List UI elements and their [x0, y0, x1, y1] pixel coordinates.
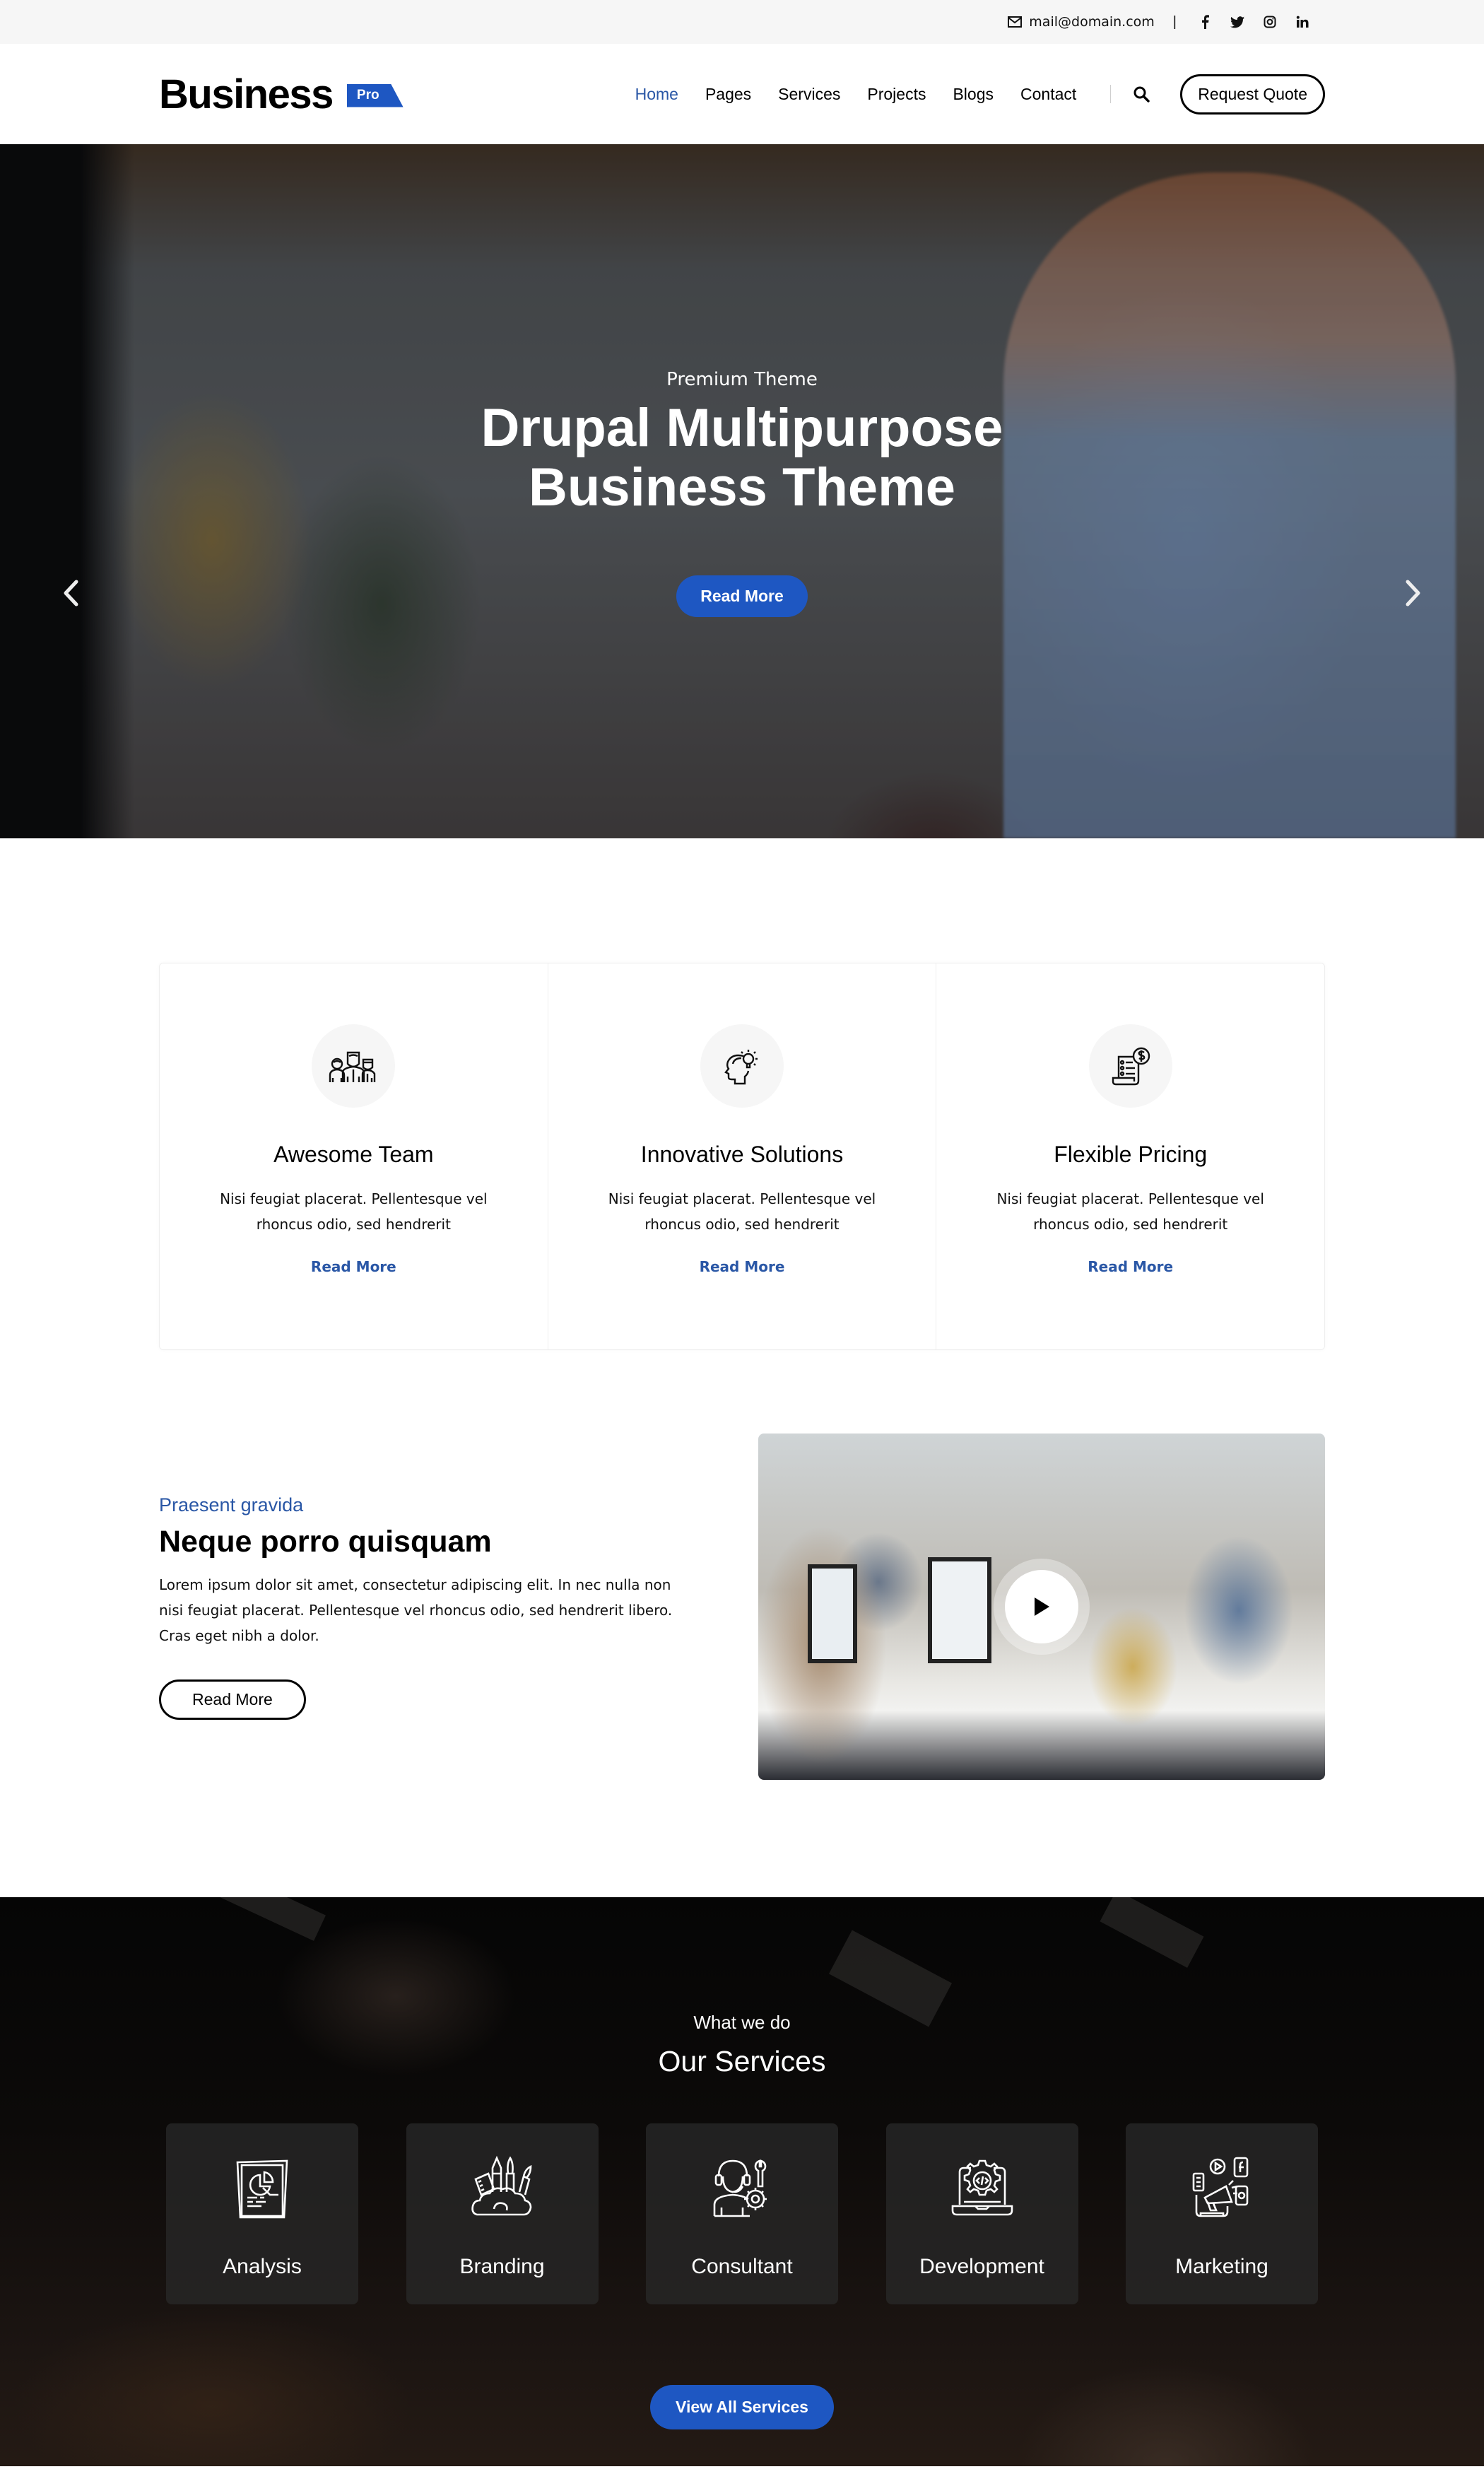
feature-card: Awesome Team Nisi feugiat placerat. Pell… [160, 963, 548, 1349]
slider-prev-button[interactable] [55, 572, 86, 614]
features-section: Awesome Team Nisi feugiat placerat. Pell… [0, 838, 1484, 1350]
about-section: Praesent gravida Neque porro quisquam Lo… [0, 1350, 1484, 1897]
service-card-marketing[interactable]: Marketing [1126, 2123, 1318, 2304]
request-quote-button[interactable]: Request Quote [1180, 74, 1325, 115]
features-grid: Awesome Team Nisi feugiat placerat. Pell… [159, 963, 1325, 1350]
feature-card: Innovative Solutions Nisi feugiat placer… [548, 963, 937, 1349]
hero-slider: Premium Theme Drupal Multipurpose Busine… [0, 144, 1484, 838]
feature-icon-circle [312, 1024, 396, 1108]
contact-email[interactable]: mail@domain.com [1008, 14, 1155, 30]
social-links [1198, 15, 1309, 29]
view-all-services-button[interactable]: View All Services [650, 2385, 834, 2429]
twitter-icon[interactable] [1230, 15, 1244, 29]
play-icon [1035, 1597, 1049, 1616]
service-card-branding[interactable]: Branding [406, 2123, 599, 2304]
video-thumbnail[interactable] [758, 1434, 1325, 1780]
service-label: Analysis [223, 2255, 302, 2278]
services-cta: View All Services [0, 2385, 1484, 2429]
video-scene-monitor [808, 1564, 857, 1663]
nav-item-projects[interactable]: Projects [867, 85, 926, 104]
about-text: Lorem ipsum dolor sit amet, consectetur … [159, 1576, 673, 1644]
service-label: Development [919, 2255, 1044, 2278]
branding-icon [471, 2155, 531, 2216]
nav-item-home[interactable]: Home [635, 85, 678, 104]
search-icon [1133, 86, 1150, 102]
nav-item-services[interactable]: Services [778, 85, 840, 104]
marketing-icon [1192, 2157, 1249, 2217]
service-card-analysis[interactable]: Analysis [166, 2123, 358, 2304]
feature-icon-circle [1088, 1024, 1172, 1108]
invoice-dollar-icon [1112, 1047, 1150, 1086]
service-label: Consultant [691, 2255, 793, 2278]
hero-read-more-button[interactable]: Read More [676, 575, 808, 617]
about-kicker: Praesent gravida [159, 1494, 304, 1516]
feature-read-more-link[interactable]: Read More [311, 1258, 396, 1275]
services-section: What we do Our Services Analysis Brandin… [0, 1897, 1484, 2466]
feature-icon-circle [700, 1024, 784, 1108]
development-icon [951, 2159, 1013, 2216]
services-kicker: What we do [693, 2012, 791, 2033]
feature-title: Innovative Solutions [640, 1142, 844, 1167]
analysis-icon [236, 2159, 288, 2219]
instagram-icon[interactable] [1263, 15, 1277, 29]
logo-badge: Pro [346, 83, 404, 107]
service-card-development[interactable]: Development [885, 2123, 1078, 2304]
topbar-separator: | [1172, 13, 1177, 30]
services-title: Our Services [658, 2045, 826, 2077]
feature-text: Nisi feugiat placerat. Pellentesque vel … [220, 1190, 488, 1233]
chevron-left-icon [64, 580, 78, 606]
feature-read-more-link[interactable]: Read More [700, 1258, 785, 1275]
logo-text: Business [159, 71, 334, 117]
services-grid: Analysis Branding Consultant Development… [166, 2123, 1318, 2304]
facebook-icon[interactable] [1198, 15, 1212, 29]
envelope-icon [1008, 16, 1023, 28]
feature-title: Awesome Team [273, 1142, 434, 1167]
service-card-consultant[interactable]: Consultant [646, 2123, 838, 2304]
hero-subtitle: Premium Theme [666, 369, 818, 390]
linkedin-icon[interactable] [1295, 15, 1309, 29]
site-header: Business Pro Home Pages Services Project… [0, 44, 1484, 144]
video-scene-monitor [928, 1557, 991, 1663]
main-nav: Home Pages Services Projects Blogs Conta… [608, 85, 1077, 104]
hero-title: Drupal Multipurpose Business Theme [0, 399, 1484, 517]
hero-content: Premium Theme Drupal Multipurpose Busine… [0, 144, 1484, 617]
feature-text: Nisi feugiat placerat. Pellentesque vel … [996, 1190, 1264, 1233]
service-label: Marketing [1175, 2255, 1268, 2278]
team-icon [329, 1051, 376, 1082]
hero-title-line2: Business Theme [529, 457, 955, 517]
play-video-button[interactable] [1005, 1570, 1078, 1643]
nav-item-contact[interactable]: Contact [1020, 85, 1076, 104]
nav-divider [1110, 85, 1112, 103]
search-button[interactable] [1131, 83, 1152, 105]
feature-read-more-link[interactable]: Read More [1088, 1258, 1173, 1275]
hero-title-line1: Drupal Multipurpose [481, 398, 1003, 458]
services-heading: What we do Our Services [0, 1897, 1484, 2078]
about-content: Praesent gravida Neque porro quisquam Lo… [159, 1434, 696, 1720]
feature-card: Flexible Pricing Nisi feugiat placerat. … [936, 963, 1324, 1349]
about-read-more-button[interactable]: Read More [159, 1679, 306, 1720]
site-logo[interactable]: Business Pro [159, 71, 404, 118]
top-bar: mail@domain.com | [0, 0, 1484, 44]
email-text: mail@domain.com [1029, 14, 1155, 30]
nav-item-blogs[interactable]: Blogs [953, 85, 994, 104]
chevron-right-icon [1406, 580, 1420, 606]
slider-next-button[interactable] [1398, 572, 1429, 614]
service-label: Branding [459, 2255, 545, 2278]
feature-title: Flexible Pricing [1054, 1142, 1208, 1167]
about-title: Neque porro quisquam [159, 1525, 492, 1559]
feature-text: Nisi feugiat placerat. Pellentesque vel … [608, 1190, 876, 1233]
idea-head-icon [724, 1050, 758, 1085]
consultant-icon [713, 2159, 767, 2217]
nav-item-pages[interactable]: Pages [705, 85, 751, 104]
